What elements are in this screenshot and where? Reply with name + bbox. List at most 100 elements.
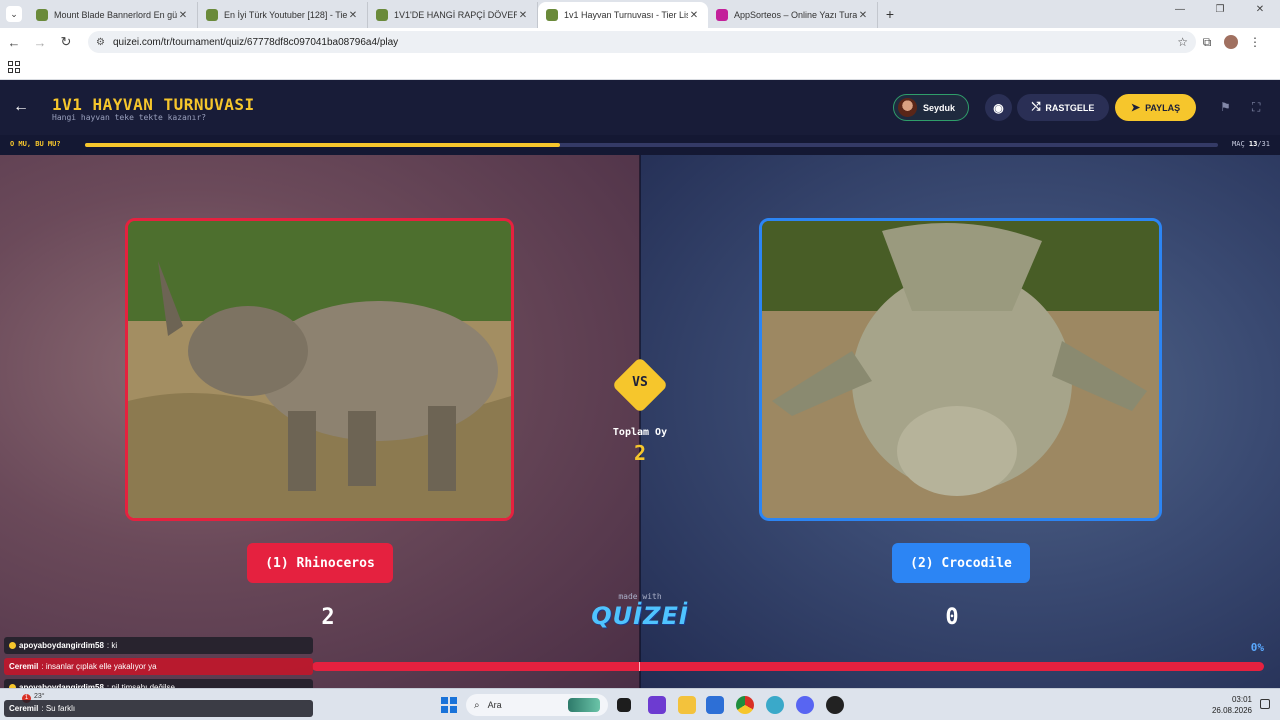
store-app-icon[interactable] [706, 696, 724, 714]
flag-icon[interactable]: ⚑ [1220, 100, 1231, 114]
browser-tab[interactable]: AppSorteos – Online Yazı Tura ✕ [708, 2, 878, 28]
news-app-icon[interactable] [648, 696, 666, 714]
total-votes-value: 2 [633, 441, 647, 465]
chat-message: apoyaboydangirdim58: ki [4, 637, 313, 654]
browser-tab[interactable]: Mount Blade Bannerlord En gü ✕ [28, 2, 198, 28]
chrome-icon[interactable] [736, 696, 754, 714]
share-button[interactable]: ➤ PAYLAŞ [1115, 94, 1196, 121]
new-tab-icon[interactable]: + [878, 2, 902, 26]
browser-tab[interactable]: 1V1'DE HANGİ RAPÇİ DÖVER - ✕ [368, 2, 538, 28]
tab-favicon-icon [206, 9, 218, 21]
tab-close-icon[interactable]: ✕ [688, 10, 700, 21]
crocodile-percent: 0% [1250, 641, 1264, 654]
browser-tab[interactable]: En İyi Türk Youtuber [128] - Tier ✕ [198, 2, 368, 28]
progress-label: O MU, BU MU? [10, 140, 61, 148]
url-text: quizei.com/tr/tournament/quiz/67778df8c0… [112, 36, 399, 48]
chat-badge-icon [9, 642, 16, 649]
settings-app-icon[interactable] [766, 696, 784, 714]
tab-title: Mount Blade Bannerlord En gü [54, 10, 177, 20]
forward-icon[interactable]: → [28, 35, 52, 50]
tab-title: 1v1 Hayvan Turnuvası - Tier List [564, 10, 688, 20]
quiz-header: ← 1V1 HAYVAN TURNUVASI Hangi hayvan teke… [0, 80, 1280, 135]
arena: VS Toplam Oy 2 (1) Rhinoceros (2) Crocod… [0, 155, 1280, 688]
match-counter: MAÇ 13/31 [1232, 140, 1270, 148]
tab-search-icon[interactable]: ⌄ [6, 6, 22, 22]
chat-text: insanlar çıplak elle yakalıyor ya [45, 662, 157, 671]
extensions-icon[interactable]: ⧉ [1196, 35, 1218, 50]
crocodile-card[interactable] [759, 218, 1162, 521]
total-votes-label: Toplam Oy [612, 427, 668, 438]
weather-temp: 23° [34, 693, 45, 700]
send-icon: ➤ [1130, 102, 1141, 114]
tab-favicon-icon [376, 9, 388, 21]
match-total: /31 [1257, 140, 1270, 148]
browser-tab-strip: ⌄ Mount Blade Bannerlord En gü ✕ En İyi … [0, 0, 1280, 28]
random-button[interactable]: ⤭ RASTGELE [1017, 94, 1109, 121]
browser-tab-active[interactable]: 1v1 Hayvan Turnuvası - Tier List ✕ [538, 2, 708, 28]
crocodile-choice-button[interactable]: (2) Crocodile [892, 543, 1030, 583]
back-arrow-icon[interactable]: ← [13, 98, 29, 116]
quiz-title: 1V1 HAYVAN TURNUVASI [52, 95, 255, 114]
tab-close-icon[interactable]: ✕ [517, 10, 529, 21]
tab-close-icon[interactable]: ✕ [177, 10, 189, 21]
browser-menu-icon[interactable]: ⋮ [1244, 35, 1266, 49]
chat-message: Ceremil: insanlar çıplak elle yakalıyor … [4, 658, 313, 675]
clock-time: 03:01 [1231, 695, 1252, 704]
notification-icon[interactable] [1260, 699, 1270, 709]
game-app-icon[interactable] [826, 696, 844, 714]
file-explorer-icon[interactable] [678, 696, 696, 714]
made-with-label: made with [618, 592, 662, 601]
crocodile-vote-count: 0 [945, 605, 959, 630]
url-field[interactable]: ⚙ quizei.com/tr/tournament/quiz/67778df8… [88, 31, 1196, 53]
search-icon: ⌕ [474, 699, 480, 711]
random-label: RASTGELE [1045, 102, 1095, 113]
chat-text: ki [111, 641, 118, 650]
shuffle-icon: ⤭ [1031, 101, 1041, 113]
fullscreen-icon[interactable]: ⛶ [1252, 100, 1260, 115]
tab-close-icon[interactable]: ✕ [347, 10, 359, 21]
discord-icon[interactable] [796, 696, 814, 714]
taskbar-search[interactable]: ⌕ Ara [466, 694, 608, 716]
rhinoceros-card[interactable] [125, 218, 514, 521]
reload-icon[interactable]: ↻ [54, 34, 78, 50]
tab-title: 1V1'DE HANGİ RAPÇİ DÖVER - [394, 10, 517, 20]
back-icon[interactable]: ← [2, 35, 26, 50]
quizei-logo[interactable]: QUİZEİ [590, 602, 690, 630]
bookmark-star-icon[interactable]: ☆ [1177, 35, 1188, 49]
vs-label: VS [632, 375, 648, 390]
apps-grid-icon[interactable] [8, 61, 20, 73]
minimize-icon[interactable]: — [1160, 4, 1200, 15]
tab-close-icon[interactable]: ✕ [857, 10, 869, 21]
windows-start-icon[interactable] [441, 697, 457, 713]
crocodile-image [762, 221, 1159, 518]
window-controls: — ❐ ✕ [1160, 4, 1280, 15]
tab-title: En İyi Türk Youtuber [128] - Tier [224, 10, 347, 20]
site-info-icon[interactable]: ⚙ [96, 37, 105, 48]
eye-icon[interactable]: ◉ [985, 94, 1012, 121]
profile-avatar-icon[interactable] [1224, 35, 1238, 49]
share-label: PAYLAŞ [1145, 102, 1181, 113]
clock-date: 26.08.2026 [1211, 706, 1252, 715]
tab-favicon-icon [716, 9, 728, 21]
tab-title: AppSorteos – Online Yazı Tura [734, 10, 857, 20]
user-chip[interactable]: Seyduk [893, 94, 969, 121]
match-label: MAÇ [1232, 140, 1245, 148]
bookmark-bar [0, 56, 1280, 80]
avatar [898, 98, 917, 117]
chat-nick: apoyaboydangirdim58 [19, 641, 104, 650]
user-name: Seyduk [923, 102, 956, 113]
progress-fill [85, 143, 561, 147]
progress-track [85, 143, 1218, 147]
progress-row: O MU, BU MU? MAÇ 13/31 [0, 135, 1280, 155]
chat-text: Su farklı [45, 704, 76, 713]
rhinoceros-choice-button[interactable]: (1) Rhinoceros [247, 543, 393, 583]
close-window-icon[interactable]: ✕ [1240, 4, 1280, 15]
rhinoceros-image [128, 221, 511, 518]
rhinoceros-vote-count: 2 [321, 605, 335, 630]
system-clock[interactable]: 03:01 26.08.2026 [1212, 694, 1252, 716]
restore-icon[interactable]: ❐ [1200, 4, 1240, 15]
tab-favicon-icon [546, 9, 558, 21]
task-view-icon[interactable] [617, 698, 631, 712]
vote-result-bar [312, 662, 1264, 671]
chat-message: Ceremil: Su farklı [4, 700, 313, 717]
